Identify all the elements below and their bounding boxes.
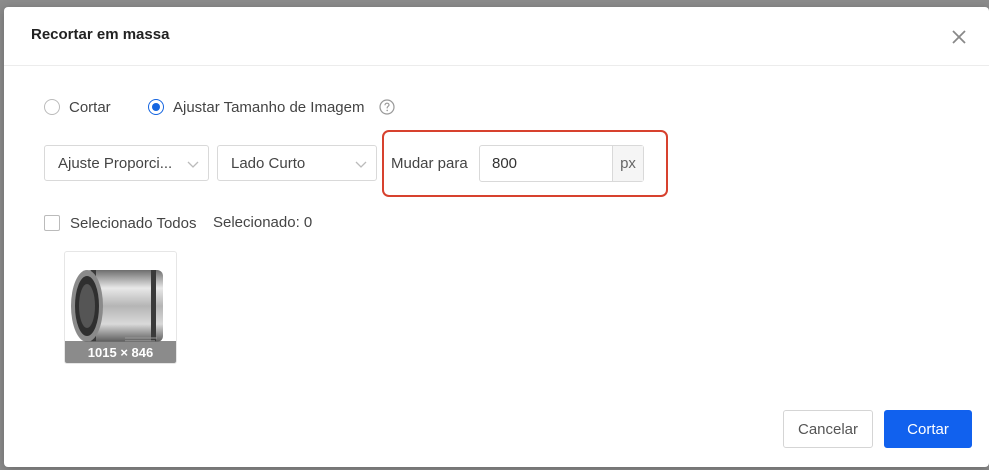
resize-method-value: Ajuste Proporci...: [58, 155, 173, 172]
select-all-label: Selecionado Todos: [70, 214, 197, 232]
size-input[interactable]: [480, 146, 612, 181]
radio-label: Cortar: [69, 98, 111, 116]
radio-cortar[interactable]: Cortar: [44, 96, 111, 118]
close-icon[interactable]: [948, 26, 970, 48]
radio-label: Ajustar Tamanho de Imagem: [173, 98, 365, 116]
side-value: Lado Curto: [231, 155, 306, 172]
batch-crop-dialog: Recortar em massa Cortar Ajustar Tamanho…: [4, 7, 989, 467]
radio-circle: [44, 99, 60, 115]
dialog-header: Recortar em massa: [4, 7, 989, 66]
radio-circle-checked: [148, 99, 164, 115]
size-input-group: px: [479, 145, 644, 182]
chevron-down-icon: [355, 161, 367, 168]
cancel-button[interactable]: Cancelar: [783, 410, 873, 448]
chevron-down-icon: [187, 161, 199, 168]
side-select[interactable]: Lado Curto: [217, 145, 377, 181]
question-circle-icon[interactable]: [379, 99, 395, 115]
image-dimensions: 1015 × 846: [65, 341, 176, 363]
unit-addon: px: [612, 146, 643, 181]
selected-count: Selecionado: 0: [213, 214, 313, 231]
resize-method-select[interactable]: Ajuste Proporci...: [44, 145, 209, 181]
change-to-label: Mudar para: [391, 155, 468, 172]
image-thumbnail[interactable]: 1015 × 846: [64, 251, 177, 364]
radio-ajustar-tamanho[interactable]: Ajustar Tamanho de Imagem: [148, 96, 365, 118]
checkbox-box: [44, 215, 60, 231]
dialog-title: Recortar em massa: [31, 26, 170, 43]
select-all-checkbox[interactable]: Selecionado Todos: [44, 213, 197, 233]
crop-button[interactable]: Cortar: [884, 410, 972, 448]
